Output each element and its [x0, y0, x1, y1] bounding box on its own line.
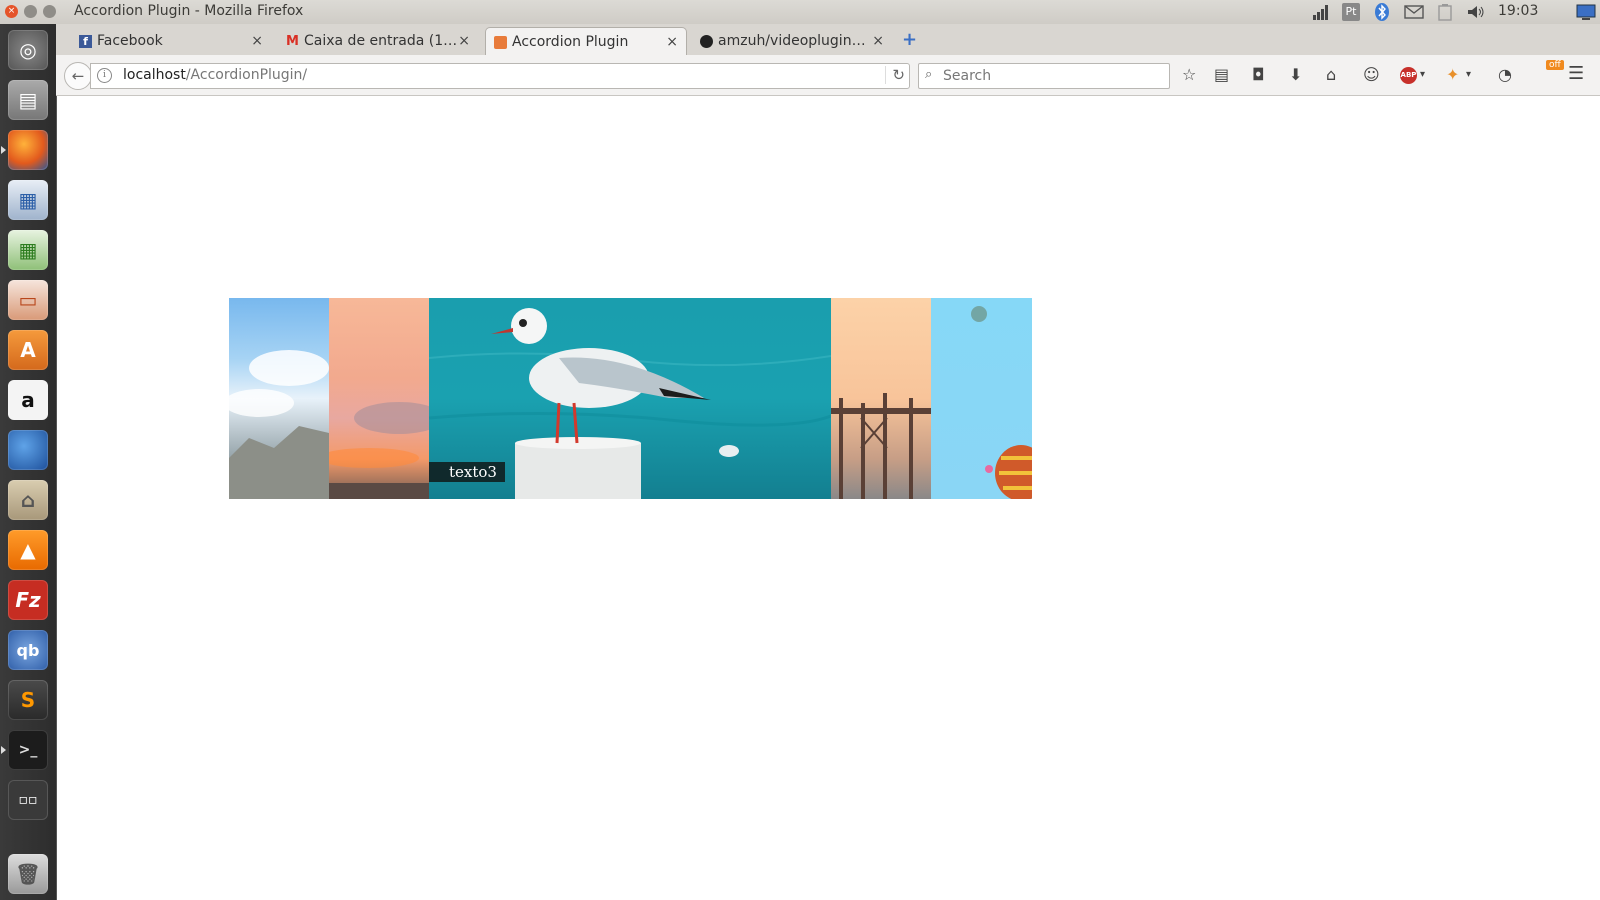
network-icon[interactable]	[1312, 3, 1330, 21]
vlc-icon[interactable]: ▲	[8, 530, 48, 570]
workspace-switcher-icon[interactable]: ▫▫	[8, 780, 48, 820]
window-title: Accordion Plugin - Mozilla Firefox	[74, 3, 304, 19]
running-indicator	[1, 746, 6, 754]
plugin-icon	[494, 36, 507, 49]
filezilla-icon[interactable]: Fz	[8, 580, 48, 620]
close-icon: ×	[7, 6, 16, 16]
adblock-dropdown-icon[interactable]: ▾	[1420, 69, 1425, 80]
top-panel: × Accordion Plugin - Mozilla Firefox Pt …	[0, 0, 1600, 25]
thunderbird-icon[interactable]	[8, 430, 48, 470]
clock[interactable]: 19:03	[1498, 3, 1538, 21]
firefox-icon[interactable]	[8, 130, 48, 170]
tab-gmail[interactable]: M Caixa de entrada (1… ×	[278, 27, 478, 55]
home-icon[interactable]: ⌂	[1326, 65, 1336, 84]
tab-github[interactable]: amzuh/videoplugin… ×	[692, 27, 892, 55]
trash-icon[interactable]: 🗑	[8, 854, 48, 894]
reload-icon[interactable]: ↻	[885, 66, 905, 84]
amazon-icon[interactable]: a	[8, 380, 48, 420]
qbittorrent-icon[interactable]: qb	[8, 630, 48, 670]
accordion-panel-balloons[interactable]	[931, 298, 1032, 499]
software-center-icon[interactable]: A	[8, 330, 48, 370]
downloads-icon[interactable]: ⬇	[1289, 65, 1302, 84]
battery-icon[interactable]	[1436, 3, 1454, 21]
dash-home-icon[interactable]: ◎	[8, 30, 48, 70]
window-maximize-button[interactable]	[43, 5, 56, 18]
balloons-image	[971, 306, 1032, 499]
url-host: localhost	[123, 67, 186, 83]
menu-hamburger-icon[interactable]: ☰	[1568, 63, 1584, 84]
home-folder-icon[interactable]: ⌂	[8, 480, 48, 520]
mail-icon[interactable]	[1404, 3, 1424, 21]
tab-label: Caixa de entrada (1…	[304, 33, 458, 49]
navigation-toolbar: ← i localhost/AccordionPlugin/ ↻ ⌕ ☆ ▤ ◘…	[56, 55, 1600, 96]
terminal-icon[interactable]: >_	[8, 730, 48, 770]
accordion: texto3	[229, 298, 1032, 499]
bookmarks-list-icon[interactable]: ▤	[1214, 65, 1229, 84]
tab-label: amzuh/videoplugin…	[718, 33, 866, 49]
tab-close-button[interactable]: ×	[666, 34, 678, 50]
tab-close-button[interactable]: ×	[458, 33, 470, 49]
files-icon[interactable]: ▤	[8, 80, 48, 120]
tab-accordion-plugin[interactable]: Accordion Plugin ×	[485, 27, 687, 56]
accordion-panel-pier[interactable]	[831, 298, 931, 499]
url-bar[interactable]: i localhost/AccordionPlugin/ ↻	[90, 63, 910, 89]
extension-badge: off	[1546, 60, 1564, 70]
search-bar[interactable]: ⌕	[918, 63, 1170, 89]
facebook-icon: f	[79, 35, 92, 48]
extension-dropdown-icon[interactable]: ▾	[1466, 69, 1471, 80]
gmail-icon: M	[286, 34, 299, 49]
bookmark-star-icon[interactable]: ☆	[1182, 65, 1196, 84]
tab-close-button[interactable]: ×	[872, 33, 884, 49]
tab-close-button[interactable]: ×	[251, 33, 263, 49]
window-close-button[interactable]: ×	[5, 5, 18, 18]
window-minimize-button[interactable]	[24, 5, 37, 18]
search-icon: ⌕	[925, 67, 933, 82]
sunset-clouds-image	[329, 402, 429, 499]
writer-icon[interactable]: ▦	[8, 180, 48, 220]
accordion-panel-sunset-clouds[interactable]	[329, 298, 429, 499]
back-button[interactable]: ←	[64, 62, 92, 90]
accordion-caption: texto3	[429, 462, 505, 482]
extension-status-icon[interactable]: ◔	[1498, 65, 1512, 84]
tab-strip: f Facebook × M Caixa de entrada (1… × Ac…	[56, 24, 1600, 56]
tab-label: Accordion Plugin	[512, 34, 629, 50]
search-input[interactable]	[941, 66, 1165, 86]
adblock-plus-icon[interactable]: ABP	[1400, 67, 1417, 84]
session-icon[interactable]	[1576, 3, 1596, 21]
url-text[interactable]: localhost/AccordionPlugin/	[123, 67, 307, 83]
back-arrow-icon: ←	[71, 67, 85, 85]
extension-icon[interactable]: ✦	[1446, 65, 1459, 84]
accordion-panel-sky-clouds[interactable]	[229, 298, 329, 499]
keyboard-layout-icon[interactable]: Pt	[1342, 3, 1360, 21]
accordion-panel-seagull[interactable]: texto3	[429, 298, 831, 499]
pocket-icon[interactable]: ◘	[1252, 65, 1265, 84]
launcher: ◎ ▤ ▦ ▦ ▭ A a ⌂ ▲ Fz qb S >_ ▫▫ 🗑	[0, 24, 57, 900]
volume-icon[interactable]	[1466, 3, 1486, 21]
tab-facebook[interactable]: f Facebook ×	[71, 27, 271, 55]
pier-image	[831, 393, 931, 499]
tab-label: Facebook	[97, 33, 163, 49]
calc-icon[interactable]: ▦	[8, 230, 48, 270]
github-icon	[700, 35, 713, 48]
running-indicator	[1, 146, 6, 154]
bluetooth-icon[interactable]	[1374, 3, 1390, 21]
sublime-text-icon[interactable]: S	[8, 680, 48, 720]
info-icon[interactable]: i	[97, 68, 112, 83]
chat-icon[interactable]: ☺	[1363, 65, 1380, 84]
new-tab-button[interactable]: +	[902, 29, 917, 50]
sky-clouds-image	[229, 350, 329, 499]
impress-icon[interactable]: ▭	[8, 280, 48, 320]
url-path: /AccordionPlugin/	[185, 67, 308, 83]
